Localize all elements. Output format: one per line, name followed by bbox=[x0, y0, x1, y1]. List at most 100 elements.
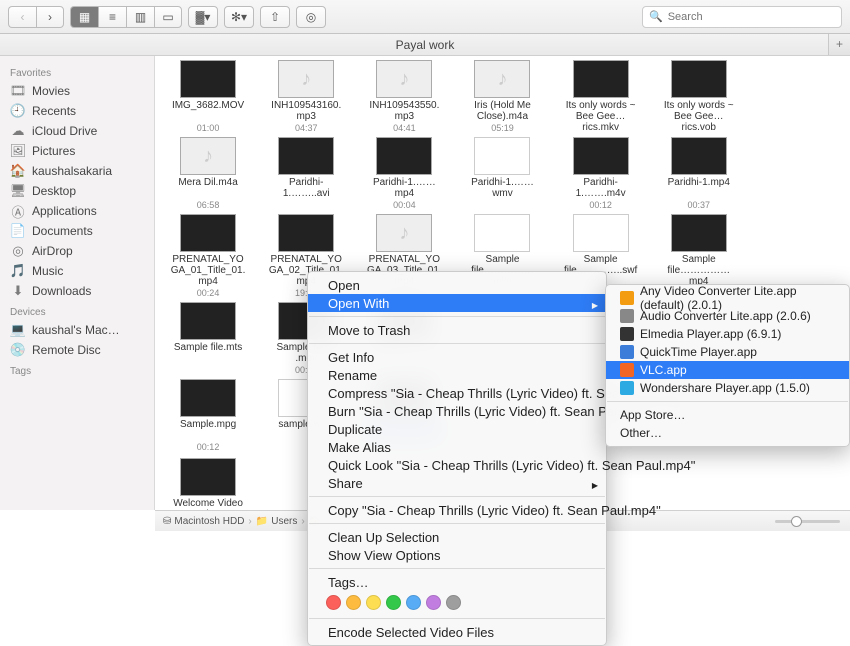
file-thumbnail bbox=[671, 214, 727, 252]
file-thumbnail bbox=[671, 60, 727, 98]
home-icon: 🏠 bbox=[10, 163, 26, 179]
tag-color-dot[interactable] bbox=[346, 595, 361, 610]
app-icon bbox=[620, 381, 634, 395]
ctx-alias[interactable]: Make Alias bbox=[308, 438, 606, 456]
path-label: Users bbox=[271, 516, 297, 527]
sidebar-item[interactable]: 🎞 Movies bbox=[0, 81, 154, 101]
file-name: INH109543550.mp3 bbox=[365, 100, 443, 122]
sidebar-item[interactable]: 💿Remote Disc bbox=[0, 340, 154, 360]
sidebar-item[interactable]: 🕘 Recents bbox=[0, 101, 154, 121]
tag-color-dot[interactable] bbox=[366, 595, 381, 610]
sidebar-item[interactable]: 🎵Music bbox=[0, 261, 154, 281]
ctx-burn[interactable]: Burn "Sia - Cheap Thrills (Lyric Video) … bbox=[308, 402, 606, 420]
hdd-icon: ⛁ bbox=[163, 516, 171, 527]
sidebar-item[interactable]: ◎AirDrop bbox=[0, 241, 154, 261]
ctx-compress[interactable]: Compress "Sia - Cheap Thrills (Lyric Vid… bbox=[308, 384, 606, 402]
ctx-share[interactable]: Share bbox=[308, 474, 606, 492]
toolbar: ‹ › ▦ ≡ ▥ ▭ ▓▾ ✻▾ ⇧ ◎ 🔍 bbox=[0, 0, 850, 34]
tag-color-dot[interactable] bbox=[446, 595, 461, 610]
back-button[interactable]: ‹ bbox=[8, 6, 36, 28]
file-item[interactable]: Paridhi-1.……mp400:04 bbox=[357, 135, 451, 210]
desktop-icon: 🖥 bbox=[10, 183, 26, 199]
sidebar-item[interactable]: 🏠kaushalsakaria bbox=[0, 161, 154, 181]
openwith-app[interactable]: Any Video Converter Lite.app (default) (… bbox=[606, 289, 849, 307]
file-name: Its only words ~ Bee Gee…rics.vob bbox=[660, 100, 738, 133]
file-item[interactable]: IMG_3682.MOV01:00 bbox=[161, 58, 255, 133]
app-label: Any Video Converter Lite.app (default) (… bbox=[640, 284, 835, 312]
sidebar-item[interactable]: ⒶApplications bbox=[0, 201, 154, 221]
sidebar-item[interactable]: 💻kaushal's Mac… bbox=[0, 320, 154, 340]
file-item[interactable]: Welcome Video Sample.mov00:28 bbox=[161, 456, 255, 510]
ctx-encode[interactable]: Encode Selected Video Files bbox=[308, 623, 606, 641]
file-item[interactable]: Its only words ~ Bee Gee…rics.vob bbox=[652, 58, 746, 133]
view-mode-buttons: ▦ ≡ ▥ ▭ bbox=[70, 6, 182, 28]
file-item[interactable]: ♪Iris (Hold Me Close).m4a05:19 bbox=[455, 58, 549, 133]
sidebar-item-label: Pictures bbox=[32, 144, 75, 158]
ctx-open-with[interactable]: Open With bbox=[308, 294, 606, 312]
item-label: Other… bbox=[620, 426, 662, 440]
gallery-view-button[interactable]: ▭ bbox=[154, 6, 182, 28]
file-item[interactable]: Paridhi-1.……..avi bbox=[259, 135, 353, 210]
ctx-copy[interactable]: Copy "Sia - Cheap Thrills (Lyric Video) … bbox=[308, 501, 606, 519]
path-crumb[interactable]: ⛁Macintosh HDD bbox=[163, 516, 244, 527]
ctx-duplicate[interactable]: Duplicate bbox=[308, 420, 606, 438]
openwith-app[interactable]: QuickTime Player.app bbox=[606, 343, 849, 361]
search-input[interactable] bbox=[668, 11, 835, 23]
file-item bbox=[750, 58, 844, 133]
file-item[interactable]: Paridhi-1.……wmv bbox=[455, 135, 549, 210]
tags-button[interactable]: ◎ bbox=[296, 6, 326, 28]
file-item[interactable]: Sample.mpg00:12 bbox=[161, 377, 255, 454]
tag-color-dot[interactable] bbox=[406, 595, 421, 610]
ctx-viewopts[interactable]: Show View Options bbox=[308, 546, 606, 564]
ctx-rename[interactable]: Rename bbox=[308, 366, 606, 384]
file-thumbnail bbox=[671, 137, 727, 175]
file-item[interactable]: ♪INH109543160.mp304:37 bbox=[259, 58, 353, 133]
path-crumb[interactable]: 📁Users bbox=[256, 516, 298, 527]
sidebar-item[interactable]: 🖼Pictures bbox=[0, 141, 154, 161]
openwith-other[interactable]: Other… bbox=[606, 424, 849, 442]
ctx-quicklook[interactable]: Quick Look "Sia - Cheap Thrills (Lyric V… bbox=[308, 456, 606, 474]
sidebar-item[interactable]: ⬇Downloads bbox=[0, 281, 154, 301]
list-view-button[interactable]: ≡ bbox=[98, 6, 126, 28]
column-view-button[interactable]: ▥ bbox=[126, 6, 154, 28]
openwith-app[interactable]: Wondershare Player.app (1.5.0) bbox=[606, 379, 849, 397]
file-item[interactable]: Sample file.mts bbox=[161, 300, 255, 375]
file-item[interactable]: ♪Mera Dil.m4a06:58 bbox=[161, 135, 255, 210]
film-icon: 🎞 bbox=[10, 83, 26, 99]
app-label: QuickTime Player.app bbox=[640, 345, 757, 359]
file-item[interactable]: ♪INH109543550.mp304:41 bbox=[357, 58, 451, 133]
ctx-trash[interactable]: Move to Trash bbox=[308, 321, 606, 339]
sidebar-item[interactable]: 📄Documents bbox=[0, 221, 154, 241]
openwith-app[interactable]: VLC.app bbox=[606, 361, 849, 379]
file-name: Paridhi-1.…….m4v bbox=[562, 177, 640, 199]
tag-color-dot[interactable] bbox=[426, 595, 441, 610]
clock-icon: 🕘 bbox=[10, 103, 26, 119]
file-thumbnail bbox=[180, 302, 236, 340]
action-button[interactable]: ✻▾ bbox=[224, 6, 254, 28]
sidebar-item-label: Movies bbox=[32, 84, 70, 98]
sidebar-item-label: Recents bbox=[32, 104, 76, 118]
forward-button[interactable]: › bbox=[36, 6, 64, 28]
icon-view-button[interactable]: ▦ bbox=[70, 6, 98, 28]
file-item[interactable]: Paridhi-1.mp400:37 bbox=[652, 135, 746, 210]
tag-color-dot[interactable] bbox=[326, 595, 341, 610]
arrange-button[interactable]: ▓▾ bbox=[188, 6, 218, 28]
new-tab-button[interactable]: + bbox=[828, 34, 850, 55]
ctx-tags[interactable]: Tags… bbox=[308, 573, 606, 591]
file-item[interactable]: PRENATAL_YOGA_01_Title_01.mp400:24 bbox=[161, 212, 255, 298]
openwith-app[interactable]: Elmedia Player.app (6.9.1) bbox=[606, 325, 849, 343]
tag-color-dot[interactable] bbox=[386, 595, 401, 610]
file-item[interactable]: Paridhi-1.…….m4v00:12 bbox=[554, 135, 648, 210]
app-label: Wondershare Player.app (1.5.0) bbox=[640, 381, 810, 395]
sidebar-item[interactable]: ☁iCloud Drive bbox=[0, 121, 154, 141]
file-name: IMG_3682.MOV bbox=[172, 100, 244, 122]
ctx-getinfo[interactable]: Get Info bbox=[308, 348, 606, 366]
path-separator: › bbox=[248, 516, 251, 527]
icon-size-slider[interactable] bbox=[775, 513, 840, 529]
search-field[interactable]: 🔍 bbox=[642, 6, 842, 28]
openwith-appstore[interactable]: App Store… bbox=[606, 406, 849, 424]
file-item[interactable]: Its only words ~ Bee Gee…rics.mkv bbox=[554, 58, 648, 133]
ctx-open[interactable]: Open bbox=[308, 276, 606, 294]
share-button[interactable]: ⇧ bbox=[260, 6, 290, 28]
sidebar-item[interactable]: 🖥Desktop bbox=[0, 181, 154, 201]
